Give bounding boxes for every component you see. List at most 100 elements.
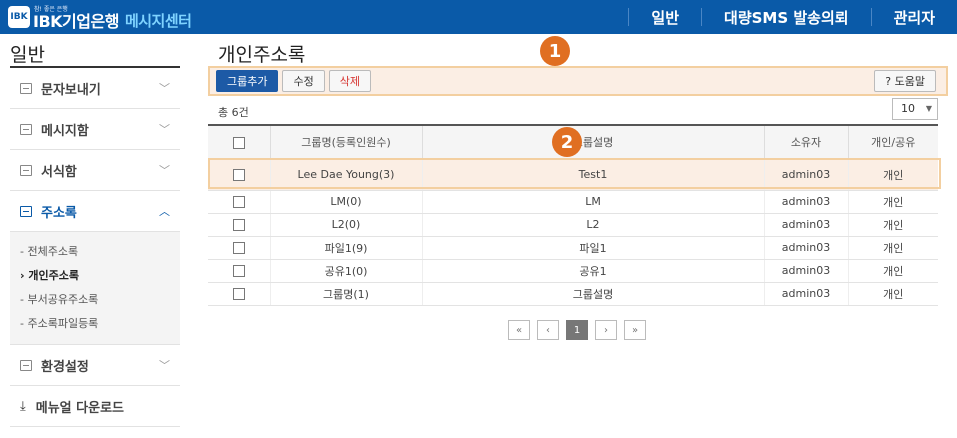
sidebar-item-settings[interactable]: 환경설정 ﹀ (10, 345, 180, 386)
table-row[interactable]: Lee Dae Young(3) Test1 admin03 개인 (208, 159, 938, 191)
next-page-button[interactable]: › (595, 320, 617, 340)
chevron-down-icon: ﹀ (159, 164, 170, 177)
column-header[interactable]: 개인/공유 (847, 124, 938, 160)
address-book-submenu: - 전체주소록 › 개인주소록 - 부서공유주소록 - 주소록파일등록 (10, 232, 180, 345)
chevron-down-icon: ﹀ (159, 123, 170, 136)
group-name-cell[interactable]: 그룹명(1) (269, 282, 422, 306)
type-cell: 개인 (847, 282, 938, 306)
sidebar-item-label: 메시지함 (41, 123, 89, 139)
column-header[interactable]: 그룹설명 (421, 124, 764, 160)
column-header[interactable]: 그룹명(등록인원수) (269, 124, 422, 160)
owner-cell: admin03 (763, 259, 848, 283)
sidebar-item-manual-download[interactable]: ⤓ 메뉴얼 다운로드 (10, 386, 180, 427)
page-size-select[interactable]: 10 ▼ (892, 98, 938, 120)
nav-admin[interactable]: 관리자 (872, 7, 957, 28)
download-icon: ⤓ (20, 398, 26, 414)
prev-page-button[interactable]: ‹ (537, 320, 559, 340)
row-checkbox[interactable] (232, 196, 245, 208)
top-nav: 일반 대량SMS 발송의뢰 관리자 (628, 0, 957, 34)
group-name-cell[interactable]: 파일1(9) (269, 236, 422, 260)
page-title: 개인주소록 (218, 44, 306, 66)
row-checkbox[interactable] (232, 169, 245, 181)
row-select-cell (208, 213, 270, 237)
nav-bulk-sms[interactable]: 대량SMS 발송의뢰 (702, 7, 871, 28)
table-row[interactable]: LM(0) LM admin03 개인 (208, 190, 938, 214)
chevron-up-icon: ︿ (159, 205, 170, 218)
inbox-icon (20, 123, 32, 135)
type-cell: 개인 (847, 213, 938, 237)
row-select-cell (208, 159, 270, 191)
row-select-cell (208, 236, 270, 260)
sidebar-title: 일반 (10, 34, 180, 68)
table-row[interactable]: L2(0) L2 admin03 개인 (208, 213, 938, 237)
edit-button[interactable]: 수정 (282, 70, 325, 92)
owner-cell: admin03 (763, 236, 848, 260)
sidebar-item-address-book[interactable]: 주소록 ︿ (10, 191, 180, 232)
sidebar-item-templates[interactable]: 서식함 ﹀ (10, 150, 180, 191)
logo[interactable]: IBK 참! 좋은 은행 IBK기업은행 메시지센터 (8, 4, 192, 31)
row-checkbox[interactable] (232, 265, 245, 277)
owner-cell: admin03 (763, 190, 848, 214)
first-page-button[interactable]: « (508, 320, 530, 340)
group-name-cell[interactable]: LM(0) (269, 190, 422, 214)
sidebar: 일반 문자보내기 ﹀ 메시지함 ﹀ 서식함 ﹀ 주소록 ︿ - 전체주소록 › … (10, 34, 180, 438)
type-cell: 개인 (847, 259, 938, 283)
type-cell: 개인 (847, 190, 938, 214)
row-select-cell (208, 190, 270, 214)
last-page-button[interactable]: » (624, 320, 646, 340)
select-all-cell (208, 124, 270, 160)
table-row[interactable]: 그룹명(1) 그룹설명 admin03 개인 (208, 282, 938, 306)
chevron-down-icon: ﹀ (159, 359, 170, 372)
chevron-down-icon: ﹀ (159, 82, 170, 95)
row-select-cell (208, 282, 270, 306)
group-desc-cell: LM (421, 190, 764, 214)
group-name-cell[interactable]: L2(0) (269, 213, 422, 237)
pagination: « ‹ 1 › » (508, 320, 653, 340)
group-desc-cell: L2 (421, 213, 764, 237)
sidebar-item-label: 환경설정 (41, 359, 89, 375)
group-desc-cell: 그룹설명 (421, 282, 764, 306)
column-header[interactable]: 소유자 (763, 124, 848, 160)
page-size-value: 10 (901, 102, 915, 115)
settings-icon (20, 359, 32, 371)
logo-subtitle: 메시지센터 (124, 11, 192, 30)
row-select-cell (208, 259, 270, 283)
ibk-logo-icon: IBK (8, 6, 30, 28)
row-checkbox[interactable] (232, 219, 245, 231)
help-button[interactable]: ? 도움말 (874, 70, 936, 92)
delete-button[interactable]: 삭제 (328, 70, 371, 92)
message-icon (20, 82, 32, 94)
group-desc-cell: 공유1 (421, 259, 764, 283)
owner-cell: admin03 (763, 282, 848, 306)
sidebar-item-label: 주소록 (41, 205, 77, 221)
group-desc-cell: Test1 (421, 159, 764, 191)
submenu-all-contacts[interactable]: - 전체주소록 (20, 240, 180, 264)
group-name-cell[interactable]: Lee Dae Young(3) (269, 159, 422, 191)
group-name-cell[interactable]: 공유1(0) (269, 259, 422, 283)
table-row[interactable]: 공유1(0) 공유1 admin03 개인 (208, 259, 938, 283)
submenu-shared-contacts[interactable]: - 부서공유주소록 (20, 288, 180, 312)
address-book-icon (20, 205, 32, 217)
sidebar-item-message-box[interactable]: 메시지함 ﹀ (10, 109, 180, 150)
sidebar-item-label: 서식함 (41, 164, 77, 180)
type-cell: 개인 (847, 159, 938, 191)
submenu-file-upload[interactable]: - 주소록파일등록 (20, 312, 180, 336)
sidebar-item-send-message[interactable]: 문자보내기 ﹀ (10, 68, 180, 109)
row-checkbox[interactable] (232, 242, 245, 254)
select-all-checkbox[interactable] (232, 136, 245, 149)
submenu-personal-contacts[interactable]: › 개인주소록 (20, 264, 180, 288)
logo-tagline: 참! 좋은 은행 (34, 6, 68, 13)
total-count: 총 6건 (218, 106, 249, 119)
sidebar-item-label: 메뉴얼 다운로드 (35, 400, 124, 416)
callout-badge-1: 1 (540, 36, 570, 66)
type-cell: 개인 (847, 236, 938, 260)
add-group-button[interactable]: 그룹추가 (216, 70, 279, 92)
owner-cell: admin03 (763, 213, 848, 237)
group-desc-cell: 파일1 (421, 236, 764, 260)
table-row[interactable]: 파일1(9) 파일1 admin03 개인 (208, 236, 938, 260)
row-checkbox[interactable] (232, 288, 245, 300)
template-icon (20, 164, 32, 176)
nav-general[interactable]: 일반 (629, 7, 701, 28)
top-bar: IBK 참! 좋은 은행 IBK기업은행 메시지센터 일반 대량SMS 발송의뢰… (0, 0, 957, 34)
page-number-current[interactable]: 1 (566, 320, 588, 340)
